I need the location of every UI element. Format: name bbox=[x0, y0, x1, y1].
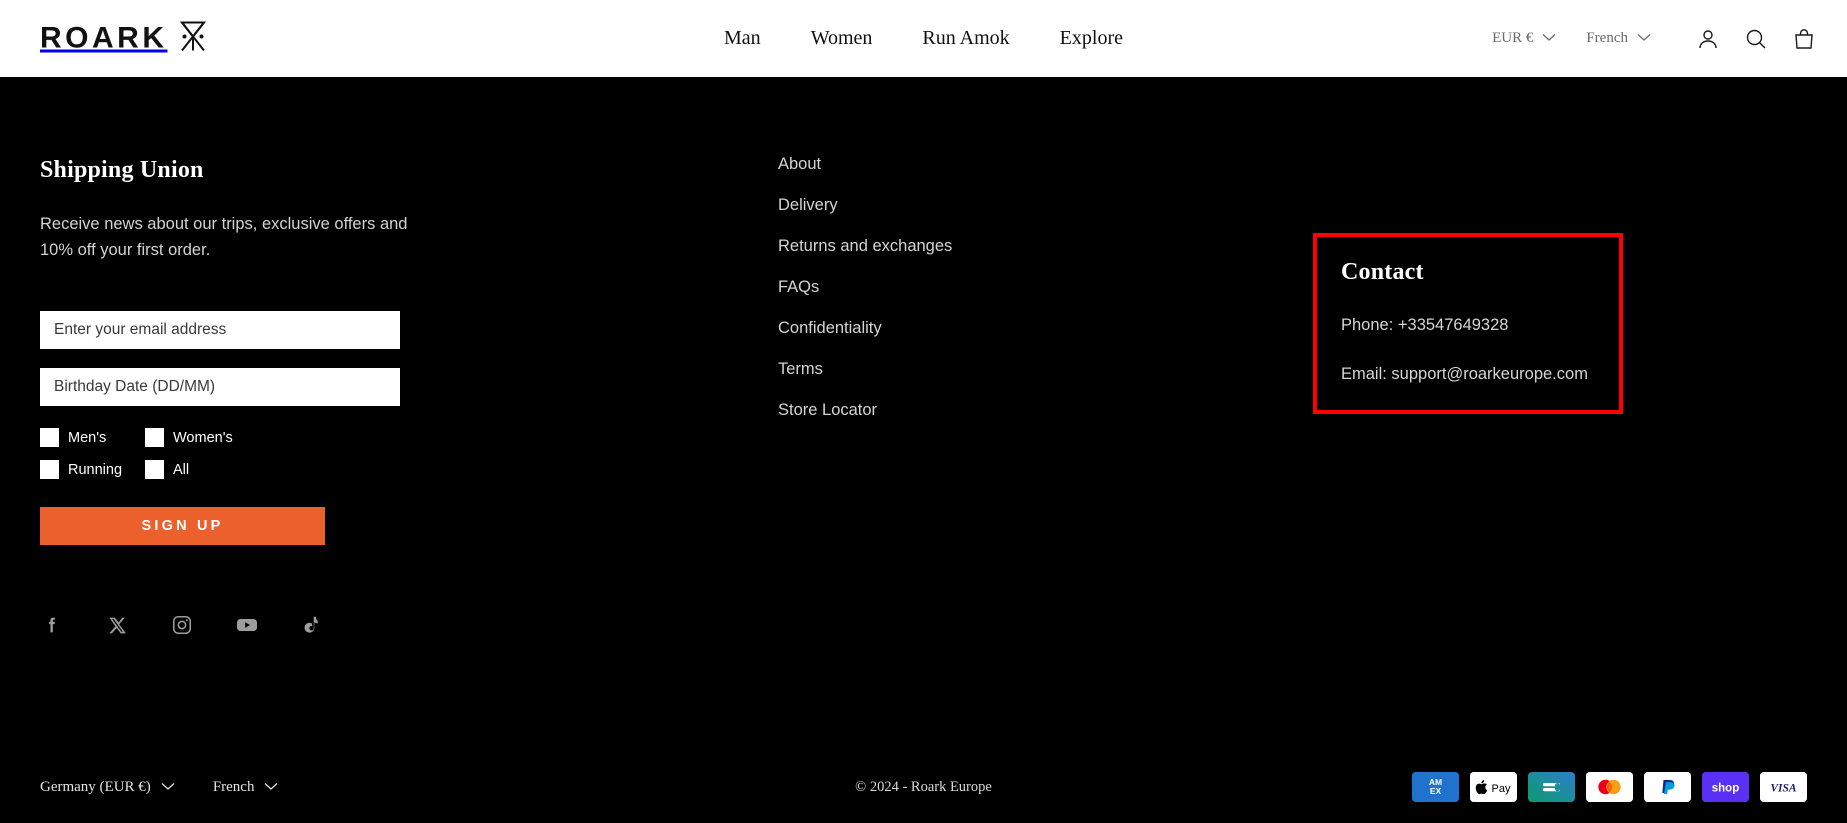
svg-text:EX: EX bbox=[1430, 786, 1442, 796]
newsletter-description: Receive news about our trips, exclusive … bbox=[40, 215, 408, 259]
contact-phone[interactable]: Phone: +33547649328 bbox=[1341, 316, 1595, 335]
header-icon-group bbox=[1695, 26, 1817, 52]
tiktok-icon[interactable] bbox=[300, 613, 324, 637]
apple-pay-icon: Pay bbox=[1470, 772, 1517, 802]
site-logo[interactable]: ROARK bbox=[40, 17, 212, 60]
account-icon[interactable] bbox=[1695, 26, 1721, 52]
footer-country-selector[interactable]: Germany (EUR €) bbox=[40, 779, 175, 796]
contact-column: Contact Phone: +33547649328 Email: suppo… bbox=[1313, 233, 1623, 414]
checkbox-label: Women's bbox=[173, 429, 233, 446]
youtube-icon[interactable] bbox=[235, 613, 259, 637]
sign-up-button[interactable]: SIGN UP bbox=[40, 507, 325, 546]
roark-x-mark-icon bbox=[174, 17, 212, 60]
nav-item-women[interactable]: Women bbox=[811, 27, 873, 50]
header-language-selector[interactable]: French bbox=[1586, 30, 1651, 47]
email-input-placeholder: Enter your email address bbox=[54, 321, 227, 339]
email-input[interactable]: Enter your email address bbox=[40, 311, 400, 350]
footer-link-faqs[interactable]: FAQs bbox=[778, 278, 1078, 297]
checkbox-label: All bbox=[173, 461, 190, 478]
footer-bottom-bar: Germany (EUR €) French © 2024 - Roark Eu… bbox=[0, 767, 1847, 807]
amex-icon: AM EX bbox=[1412, 772, 1459, 802]
main-navigation: Man Women Run Amok Explore bbox=[724, 27, 1123, 50]
footer-link-store-locator[interactable]: Store Locator bbox=[778, 401, 1078, 420]
contact-highlight-box: Contact Phone: +33547649328 Email: suppo… bbox=[1313, 233, 1623, 414]
site-footer: Shipping Union Receive news about our tr… bbox=[0, 77, 1847, 823]
birthday-input-placeholder: Birthday Date (DD/MM) bbox=[54, 378, 216, 396]
checkbox-box-icon[interactable] bbox=[145, 428, 164, 448]
chevron-down-icon bbox=[161, 779, 175, 796]
svg-text:VISA: VISA bbox=[1770, 783, 1797, 795]
site-header: ROARK Man Women Run Amok Explore EUR € F… bbox=[0, 0, 1847, 77]
footer-link-delivery[interactable]: Delivery bbox=[778, 196, 1078, 215]
contact-email[interactable]: Email: support@roarkeurope.com bbox=[1341, 365, 1595, 384]
search-icon[interactable] bbox=[1743, 26, 1769, 52]
header-currency-selector[interactable]: EUR € bbox=[1492, 30, 1556, 47]
nav-item-run-amok[interactable]: Run Amok bbox=[922, 27, 1009, 50]
x-twitter-icon[interactable] bbox=[105, 613, 129, 637]
checkbox-box-icon[interactable] bbox=[40, 428, 59, 448]
mastercard-icon bbox=[1586, 772, 1633, 802]
cartes-bancaires-icon bbox=[1528, 772, 1575, 802]
footer-language-selector[interactable]: French bbox=[213, 779, 279, 796]
paypal-icon bbox=[1644, 772, 1691, 802]
birthday-input[interactable]: Birthday Date (DD/MM) bbox=[40, 368, 400, 407]
newsletter-signup-column: Shipping Union Receive news about our tr… bbox=[40, 157, 460, 637]
shop-pay-icon: shop bbox=[1702, 772, 1749, 802]
checkbox-all[interactable]: All bbox=[145, 460, 290, 480]
chevron-down-icon bbox=[264, 779, 278, 796]
checkbox-box-icon[interactable] bbox=[145, 460, 164, 480]
copyright-text: © 2024 - Roark Europe bbox=[855, 778, 992, 795]
checkbox-label: Men's bbox=[68, 429, 107, 446]
footer-language-label: French bbox=[212, 778, 255, 795]
interest-checkbox-group: Men's Women's Running All bbox=[40, 428, 290, 480]
nav-item-man[interactable]: Man bbox=[724, 27, 761, 50]
payment-methods: AM EX Pay shop VISA bbox=[1412, 772, 1807, 802]
checkbox-womens[interactable]: Women's bbox=[145, 428, 290, 448]
chevron-down-icon bbox=[1542, 30, 1556, 47]
checkbox-box-icon[interactable] bbox=[40, 460, 59, 480]
header-language-label: French bbox=[1586, 30, 1628, 46]
footer-link-about[interactable]: About bbox=[778, 155, 1078, 174]
footer-link-returns-and-exchanges[interactable]: Returns and exchanges bbox=[778, 237, 1078, 256]
social-links bbox=[40, 613, 460, 637]
nav-item-explore[interactable]: Explore bbox=[1060, 27, 1123, 50]
contact-title: Contact bbox=[1341, 259, 1424, 285]
logo-wordmark: ROARK bbox=[40, 21, 168, 55]
checkbox-label: Running bbox=[68, 461, 123, 478]
footer-selectors: Germany (EUR €) French bbox=[40, 779, 278, 796]
facebook-icon[interactable] bbox=[40, 613, 64, 637]
visa-icon: VISA bbox=[1760, 772, 1807, 802]
header-utilities: EUR € French bbox=[1492, 26, 1817, 52]
svg-text:Pay: Pay bbox=[1492, 783, 1511, 795]
footer-country-label: Germany (EUR €) bbox=[40, 778, 151, 795]
checkbox-running[interactable]: Running bbox=[40, 460, 145, 480]
footer-link-confidentiality[interactable]: Confidentiality bbox=[778, 319, 1078, 338]
footer-links-column: About Delivery Returns and exchanges FAQ… bbox=[778, 155, 1078, 442]
instagram-icon[interactable] bbox=[170, 613, 194, 637]
svg-text:shop: shop bbox=[1712, 783, 1739, 795]
header-currency-label: EUR € bbox=[1492, 30, 1534, 46]
newsletter-title: Shipping Union bbox=[40, 157, 204, 183]
chevron-down-icon bbox=[1637, 30, 1651, 47]
checkbox-mens[interactable]: Men's bbox=[40, 428, 145, 448]
footer-link-terms[interactable]: Terms bbox=[778, 360, 1078, 379]
shopping-bag-icon[interactable] bbox=[1791, 26, 1817, 52]
